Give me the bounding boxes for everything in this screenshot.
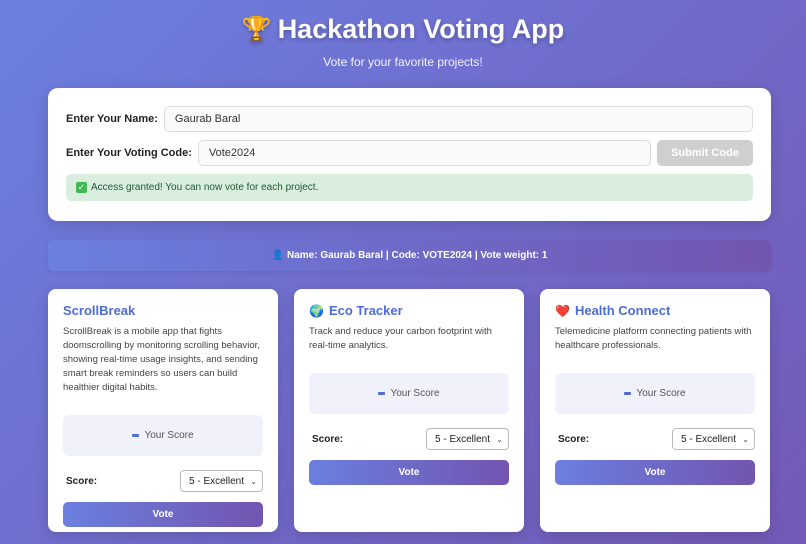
globe-icon: 🌍 [309,303,324,318]
name-input[interactable]: Gaurab Baral [163,106,753,132]
project-cards: ScrollBreak ScrollBreak is a mobile app … [48,289,771,532]
your-score-text: Your Score [390,388,440,399]
project-description: Track and reduce your carbon footprint w… [309,326,492,351]
success-message: ✓ Access granted! You can now vote for e… [66,174,753,201]
header: 🏆 Hackathon Voting App Vote for your fav… [0,0,806,70]
your-score-box: Your Score [63,415,263,456]
score-row: Score: 5 - Excellent ⌄ [555,428,755,450]
score-selected-value: 5 - Excellent [435,433,491,445]
login-card: Enter Your Name: Gaurab Baral Enter Your… [48,88,771,221]
success-text: Access granted! You can now vote for eac… [91,182,319,193]
dash-icon [132,434,140,437]
project-title-text: Eco Tracker [328,303,403,318]
score-label: Score: [312,433,344,445]
score-select[interactable]: 5 - Excellent ⌄ [180,470,263,492]
your-score-box: Your Score [555,373,755,414]
heart-icon: ❤️ [555,303,570,318]
voting-code-input[interactable]: Vote2024 [197,140,651,166]
score-row: Score: 5 - Excellent ⌄ [63,470,263,492]
code-row: Enter Your Voting Code: Vote2024 Submit … [66,140,753,166]
person-icon: 👤 [271,250,284,261]
project-description: ScrollBreak is a mobile app that fights … [63,326,260,393]
project-card-scrollbreak: ScrollBreak ScrollBreak is a mobile app … [48,289,278,532]
vote-button[interactable]: Vote [555,460,755,485]
submit-code-button[interactable]: Submit Code [657,140,753,166]
project-title: ScrollBreak [63,303,263,318]
page-title-text: Hackathon Voting App [277,13,565,44]
score-label: Score: [558,433,590,445]
vote-button[interactable]: Vote [63,502,263,527]
score-select[interactable]: 5 - Excellent ⌄ [426,428,509,450]
code-label: Enter Your Voting Code: [66,147,192,159]
name-row: Enter Your Name: Gaurab Baral [66,106,753,132]
chevron-down-icon: ⌄ [742,434,749,444]
score-selected-value: 5 - Excellent [681,433,737,445]
project-card-health-connect: ❤️ Health Connect Telemedicine platform … [540,289,770,532]
name-label: Enter Your Name: [66,113,158,125]
chevron-down-icon: ⌄ [250,476,257,486]
vote-button[interactable]: Vote [309,460,509,485]
score-select[interactable]: 5 - Excellent ⌄ [672,428,755,450]
check-icon: ✓ [76,182,87,193]
project-card-eco-tracker: 🌍 Eco Tracker Track and reduce your carb… [294,289,524,532]
score-row: Score: 5 - Excellent ⌄ [309,428,509,450]
score-label: Score: [66,475,98,487]
project-title-text: ScrollBreak [63,303,136,318]
your-score-text: Your Score [636,388,686,399]
chevron-down-icon: ⌄ [496,434,503,444]
project-title: 🌍 Eco Tracker [309,303,509,318]
project-title-text: Health Connect [574,303,671,318]
page-title: 🏆 Hackathon Voting App [0,12,806,46]
trophy-icon: 🏆 [241,15,272,43]
project-title: ❤️ Health Connect [555,303,755,318]
your-score-text: Your Score [144,430,194,441]
user-info-text: Name: Gaurab Baral | Code: VOTE2024 | Vo… [286,250,548,261]
user-info-bar: 👤 Name: Gaurab Baral | Code: VOTE2024 | … [48,240,771,271]
dash-icon [378,392,386,395]
score-selected-value: 5 - Excellent [189,475,245,487]
your-score-box: Your Score [309,373,509,414]
page-subtitle: Vote for your favorite projects! [323,55,483,69]
project-description: Telemedicine platform connecting patient… [555,326,752,351]
dash-icon [624,392,632,395]
